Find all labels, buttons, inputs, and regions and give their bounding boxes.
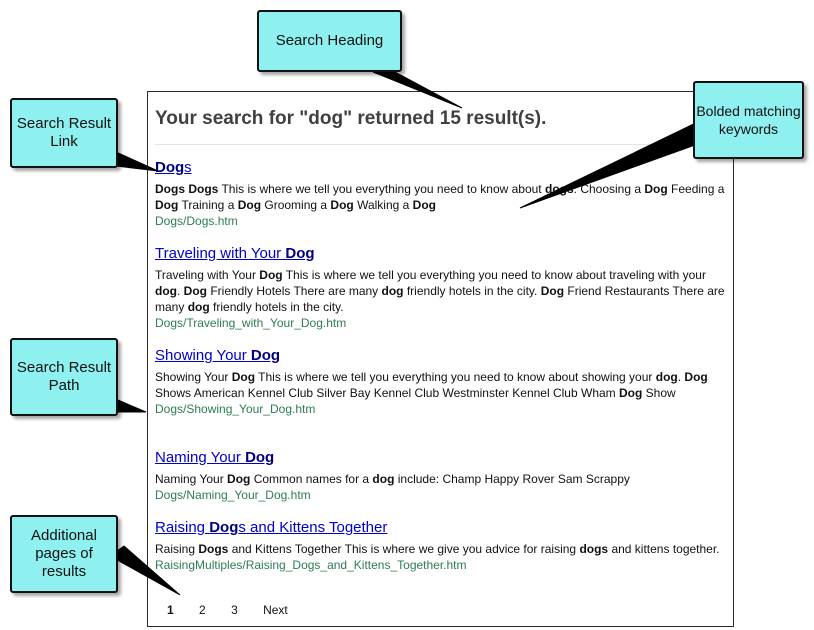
text-segment: friendly hotels in the city. bbox=[403, 284, 541, 298]
text-segment: friendly hotels in the city. bbox=[209, 300, 344, 314]
result-path: Dogs/Naming_Your_Dog.htm bbox=[155, 488, 311, 502]
text-segment: This is where we tell you everything you… bbox=[282, 268, 706, 282]
search-result: Showing Your Dog Showing Your Dog This i… bbox=[155, 347, 725, 417]
text-segment: Naming Your bbox=[155, 472, 228, 486]
matched-keyword: dog bbox=[372, 472, 395, 486]
callout-result-path: Search Result Path bbox=[10, 338, 118, 416]
matched-keyword: dogs bbox=[544, 182, 574, 196]
search-results-panel: Your search for "dog" returned 15 result… bbox=[147, 91, 734, 627]
text-segment: : Choosing a bbox=[573, 182, 645, 196]
result-snippet: Traveling with Your Dog This is where we… bbox=[155, 267, 725, 315]
text-segment: Showing Your bbox=[155, 347, 251, 364]
page-1-link[interactable]: 1 bbox=[167, 603, 174, 617]
result-snippet: Naming Your Dog Common names for a dog i… bbox=[155, 471, 725, 487]
text-segment: Raising bbox=[155, 519, 210, 536]
callout-additional-pages: Additional pages of results bbox=[10, 515, 118, 593]
text-segment: This is where we tell you everything you… bbox=[218, 182, 545, 196]
search-result: Naming Your Dog Naming Your Dog Common n… bbox=[155, 449, 725, 503]
matched-keyword: Dog bbox=[644, 182, 668, 196]
matched-keyword: dogs bbox=[579, 542, 609, 556]
matched-keyword: Dog bbox=[231, 370, 256, 384]
text-segment: This is where we tell you everything you… bbox=[255, 370, 656, 384]
result-path: Dogs/Showing_Your_Dog.htm bbox=[155, 402, 316, 416]
result-snippet: Dogs Dogs This is where we tell you ever… bbox=[155, 181, 725, 213]
matched-keyword: Dog bbox=[183, 284, 207, 298]
search-heading: Your search for "dog" returned 15 result… bbox=[155, 108, 547, 129]
text-segment: Walking a bbox=[353, 198, 413, 212]
text-segment: Training a bbox=[178, 198, 238, 212]
matched-keyword: Dog bbox=[540, 284, 565, 298]
text-segment: Traveling with Your bbox=[155, 245, 286, 262]
text-segment: Friendly Hotels There are many bbox=[207, 284, 382, 298]
result-path: Dogs/Dogs.htm bbox=[155, 214, 238, 228]
text-segment: Common names for a bbox=[250, 472, 373, 486]
matched-keyword: Dogs Dogs bbox=[155, 182, 219, 196]
matched-keyword: Dog bbox=[259, 268, 283, 282]
text-segment: . bbox=[177, 284, 184, 298]
matched-keyword: dog bbox=[187, 300, 210, 314]
result-link[interactable]: Showing Your Dog bbox=[155, 347, 725, 365]
text-segment: Showing Your bbox=[155, 370, 232, 384]
result-snippet: Showing Your Dog This is where we tell y… bbox=[155, 369, 725, 401]
matched-keyword: dog bbox=[381, 284, 404, 298]
callout-result-link: Search Result Link bbox=[10, 98, 118, 168]
matched-keyword: Dog bbox=[155, 198, 179, 212]
text-segment: Traveling with Your bbox=[155, 268, 260, 282]
matched-keyword: Dog bbox=[330, 198, 354, 212]
text-segment: Feeding a bbox=[667, 182, 725, 196]
matched-keyword: Dog bbox=[155, 159, 185, 176]
search-result: Traveling with Your Dog Traveling with Y… bbox=[155, 245, 725, 331]
result-link[interactable]: Dogs bbox=[155, 159, 725, 177]
result-path: RaisingMultiples/Raising_Dogs_and_Kitten… bbox=[155, 558, 467, 572]
matched-keyword: Dog bbox=[250, 347, 281, 364]
matched-keyword: dog bbox=[655, 370, 678, 384]
text-segment: Raising bbox=[155, 542, 199, 556]
result-link[interactable]: Raising Dogs and Kittens Together bbox=[155, 519, 725, 537]
text-segment: Naming Your bbox=[155, 449, 246, 466]
matched-keyword: Dog bbox=[412, 198, 436, 212]
result-path: Dogs/Traveling_with_Your_Dog.htm bbox=[155, 316, 347, 330]
matched-keyword: dog bbox=[155, 284, 177, 298]
result-link[interactable]: Naming Your Dog bbox=[155, 449, 725, 467]
page-3-link[interactable]: 3 bbox=[231, 603, 238, 617]
text-segment: Grooming a bbox=[261, 198, 331, 212]
result-link[interactable]: Traveling with Your Dog bbox=[155, 245, 725, 263]
matched-keyword: Dog bbox=[209, 519, 239, 536]
search-result: Dogs Dogs Dogs This is where we tell you… bbox=[155, 159, 725, 229]
matched-keyword: Dog bbox=[237, 198, 262, 212]
matched-keyword: Dog bbox=[285, 245, 315, 262]
text-segment: Show bbox=[642, 386, 676, 400]
matched-keyword: Dog bbox=[245, 449, 275, 466]
text-segment: Shows American Kennel Club Silver Bay Ke… bbox=[155, 386, 619, 400]
result-snippet: Raising Dogs and Kittens Together This i… bbox=[155, 541, 725, 557]
pagination: 1 2 3 Next bbox=[167, 603, 310, 617]
pointer-result-path bbox=[117, 399, 147, 413]
matched-keyword: Dog bbox=[684, 370, 708, 384]
callout-bolded-keywords: Bolded matching keywords bbox=[693, 81, 804, 159]
next-page-link[interactable]: Next bbox=[263, 603, 288, 617]
matched-keyword: Dog bbox=[227, 472, 251, 486]
text-segment: include: Champ Happy Rover Sam Scrappy bbox=[394, 472, 630, 486]
text-segment: s and Kittens Together bbox=[238, 519, 388, 536]
matched-keyword: Dog bbox=[619, 386, 643, 400]
page-2-link[interactable]: 2 bbox=[199, 603, 206, 617]
search-result: Raising Dogs and Kittens Together Raisin… bbox=[155, 519, 725, 573]
heading-divider bbox=[155, 144, 721, 145]
text-segment: s bbox=[184, 159, 192, 176]
text-segment: and kittens together. bbox=[608, 542, 720, 556]
matched-keyword: Dogs bbox=[198, 542, 229, 556]
callout-search-heading: Search Heading bbox=[257, 10, 402, 72]
text-segment: and Kittens Together This is where we gi… bbox=[228, 542, 580, 556]
